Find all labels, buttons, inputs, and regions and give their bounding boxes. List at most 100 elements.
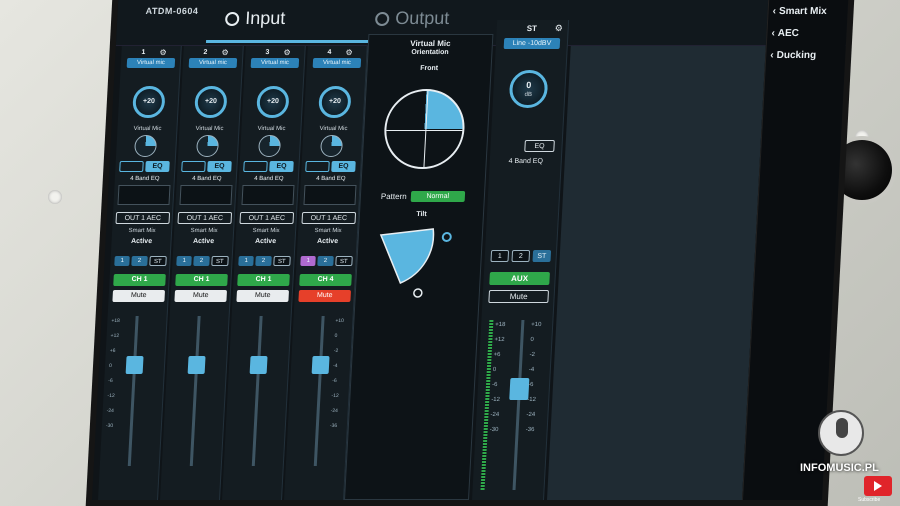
tab-output[interactable]: Output [374,8,450,29]
gain-knob[interactable]: +20 [132,86,166,118]
eq-button[interactable]: EQ [269,161,294,172]
assign-buttons: 1 2 ST [176,256,229,266]
fader-cap[interactable] [187,356,206,374]
subscribe-button[interactable] [864,476,892,496]
gain-knob[interactable]: +20 [194,86,228,118]
eq-curve-button[interactable] [119,161,144,172]
virtual-mic-indicator[interactable] [195,135,220,157]
assign-1-button[interactable]: 1 [490,250,510,262]
virtual-mic-label: Virtual Mic [133,126,162,132]
strip-number: 3 [265,49,270,56]
smart-mix-status[interactable]: Active [239,238,291,245]
menu-item-aec[interactable]: ‹ AEC [771,28,847,44]
virtual-mic-indicator[interactable] [257,135,282,157]
fader-scale-right: +10 0 -2 -4 -6 -12 -24 -36 [329,318,345,429]
mute-button[interactable]: Mute [236,290,290,302]
channel-button[interactable]: CH 4 [299,274,352,286]
gear-icon[interactable]: ⚙ [283,48,291,57]
source-select[interactable]: Virtual mic [312,58,362,68]
output-select[interactable]: OUT 1 AEC [177,212,233,224]
source-select[interactable]: Virtual mic [188,58,238,68]
output-select[interactable]: OUT 1 AEC [301,212,357,224]
aux-channel-button[interactable]: AUX [489,272,550,285]
st-volume-fader[interactable] [509,320,530,490]
assign-1-button[interactable]: 1 [300,256,317,266]
fader-cap[interactable] [249,356,268,374]
smart-mix-status[interactable]: Active [177,238,229,245]
gear-icon[interactable]: ⚙ [345,48,353,57]
channel-button[interactable]: CH 1 [113,274,166,286]
microphone-icon [836,418,848,438]
fader-cap[interactable] [311,356,330,374]
virtual-mic-label: Virtual Mic [319,126,348,132]
chevron-left-icon: ‹ [770,50,774,61]
st-source-select[interactable]: Line -10dBV [503,38,561,49]
eq-button[interactable]: EQ [207,161,232,172]
eq-curve-button[interactable] [181,161,206,172]
gear-icon[interactable]: ⚙ [221,48,229,57]
volume-fader[interactable] [249,316,268,466]
channel-button[interactable]: CH 1 [237,274,290,286]
tab-input-label: Input [244,8,286,28]
pattern-select[interactable]: Normal [410,191,465,202]
watermark-text: INFOMUSIC.PL [800,462,879,474]
output-select[interactable]: OUT 1 AEC [115,212,171,224]
menu-item-smart-mix[interactable]: ‹ Smart Mix [772,6,848,22]
assign-st-button[interactable]: ST [272,256,291,266]
output-select[interactable]: OUT 1 AEC [239,212,295,224]
st-gain-knob[interactable]: 0 dB [508,70,549,108]
orientation-dial[interactable] [382,89,467,169]
assign-st-button[interactable]: ST [148,256,167,266]
camera-lens [832,140,892,200]
gain-knob[interactable]: +20 [318,86,352,118]
mute-button[interactable]: Mute [174,290,228,302]
eq-button[interactable]: EQ [331,161,356,172]
assign-2-button[interactable]: 2 [511,250,531,262]
assign-1-button[interactable]: 1 [176,256,193,266]
eq-graph[interactable] [179,185,233,205]
gear-icon[interactable]: ⚙ [159,48,167,57]
eq-graph[interactable] [117,185,171,205]
volume-fader[interactable] [187,316,206,466]
st-mute-button[interactable]: Mute [488,290,550,303]
st-eq-button[interactable]: EQ [524,140,555,152]
front-label: Front [419,65,439,72]
gain-value: +20 [142,98,156,105]
assign-2-button[interactable]: 2 [255,256,272,266]
volume-fader[interactable] [311,316,330,466]
virtual-mic-indicator[interactable] [319,135,344,157]
assign-st-button[interactable]: ST [532,250,552,262]
eq-button[interactable]: EQ [145,161,170,172]
eq-graph[interactable] [303,185,357,205]
tab-input[interactable]: Input [224,8,286,29]
assign-st-button[interactable]: ST [334,256,353,266]
fader-cap[interactable] [509,378,530,400]
assign-2-button[interactable]: 2 [193,256,210,266]
eq-curve-button[interactable] [305,161,330,172]
virtual-mic-indicator[interactable] [133,135,158,157]
gain-knob[interactable]: +20 [256,86,290,118]
smart-mix-status[interactable]: Active [115,238,167,245]
virtual-mic-panel: Virtual Mic Orientation Front Pattern No… [344,34,494,500]
eq-graph[interactable] [241,185,295,205]
fader-cap[interactable] [125,356,144,374]
assign-st-button[interactable]: ST [210,256,229,266]
assign-1-button[interactable]: 1 [238,256,255,266]
pattern-row: Pattern Normal [381,191,465,202]
assign-2-button[interactable]: 2 [317,256,334,266]
source-select[interactable]: Virtual mic [250,58,300,68]
menu-item-ducking[interactable]: ‹ Ducking [770,50,846,66]
tilt-control[interactable] [369,227,463,307]
eq-curve-button[interactable] [243,161,268,172]
smart-mix-status[interactable]: Active [301,238,353,245]
volume-fader[interactable] [125,316,144,466]
gear-icon[interactable]: ⚙ [554,23,563,34]
st-gain-unit: dB [524,92,533,98]
eq-label: 4 Band EQ [129,176,160,182]
channel-button[interactable]: CH 1 [175,274,228,286]
source-select[interactable]: Virtual mic [126,58,176,68]
mute-button[interactable]: Mute [112,290,166,302]
assign-2-button[interactable]: 2 [131,256,148,266]
mute-button[interactable]: Mute [298,290,352,302]
assign-1-button[interactable]: 1 [114,256,131,266]
